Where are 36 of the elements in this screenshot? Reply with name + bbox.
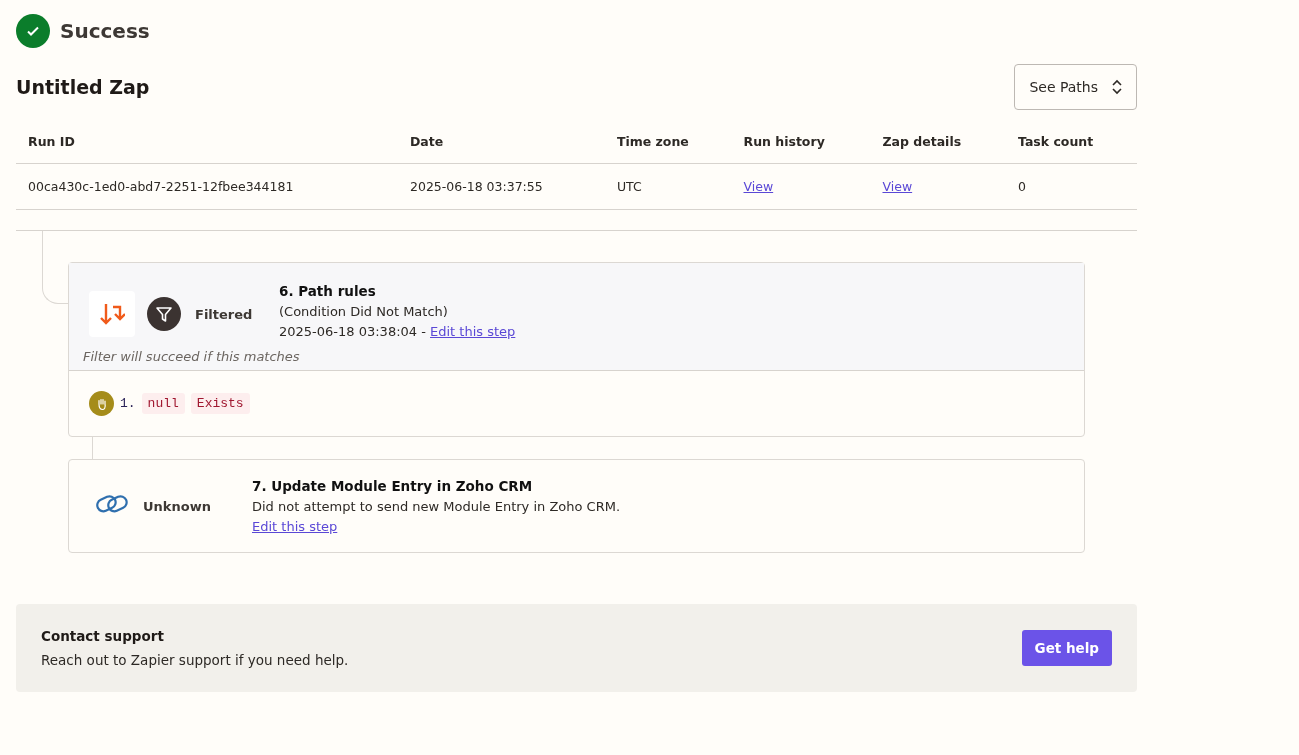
rule-token: Exists <box>190 393 250 414</box>
column-header: Date <box>410 134 444 149</box>
step-title: 7. Update Module Entry in Zoho CRM <box>252 478 534 494</box>
step-status: Filtered <box>195 306 253 322</box>
column-header: Task count <box>1017 134 1094 149</box>
column-header: Run ID <box>28 134 75 149</box>
edit-step-link[interactable]: Edit this step <box>430 324 516 339</box>
see-paths-button[interactable]: See Paths <box>1014 64 1137 110</box>
support-text: Reach out to Zapier support if you need help. <box>41 652 349 668</box>
support-title: Contact support <box>41 628 165 644</box>
zap-title: Untitled Zap <box>16 76 150 98</box>
status-label: Success <box>60 19 150 43</box>
check-icon <box>16 14 50 48</box>
step-description: Did not attempt to send new Module Entry in Zoho CRM. <box>252 499 621 514</box>
table-cell: UTC <box>616 179 642 194</box>
get-help-button[interactable]: Get help <box>1021 630 1112 666</box>
table-cell: 2025-06-18 03:37:55 <box>410 179 543 194</box>
filter-icon <box>147 297 181 331</box>
hand-icon <box>89 391 114 416</box>
view-link[interactable]: View <box>882 179 913 194</box>
step-title: 6. Path rules <box>279 283 377 299</box>
arrows-icon <box>89 291 135 337</box>
step-status: Unknown <box>143 498 211 514</box>
column-header: Run history <box>743 134 825 149</box>
rule-token: null <box>141 393 185 414</box>
step-subtitle: (Condition Did Not Match) <box>279 304 449 319</box>
table-cell: 00ca430c-1ed0-abd7-2251-12fbee344181 <box>28 179 294 194</box>
column-header: Time zone <box>616 134 689 149</box>
column-header: Zap details <box>882 134 962 149</box>
view-link[interactable]: View <box>743 179 774 194</box>
table-cell: 0 <box>1017 179 1026 194</box>
rules-caption: Filter will succeed if this matches <box>83 349 300 364</box>
chevron-up-down-icon <box>1112 79 1122 95</box>
step-time: 2025-06-18 03:38:04 - <box>279 324 426 339</box>
edit-step-link[interactable]: Edit this step <box>252 519 338 534</box>
rule-number: 1. <box>120 396 136 411</box>
